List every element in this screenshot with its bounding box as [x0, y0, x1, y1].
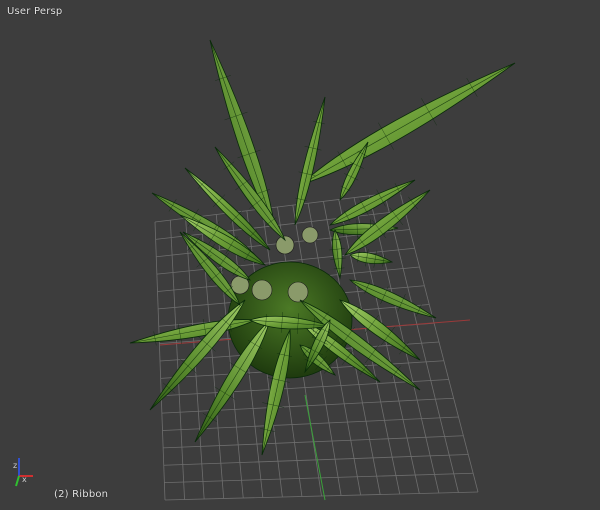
leaf-midrib — [299, 62, 516, 186]
plant-scene[interactable] — [0, 0, 600, 510]
svg-text:z: z — [13, 461, 17, 470]
axis-gizmo-icon: x z — [13, 458, 33, 487]
svg-text:x: x — [22, 475, 27, 484]
active-object-info: (2) Ribbon — [54, 489, 109, 500]
leaf-midrib — [294, 96, 326, 226]
y-axis-line — [304, 394, 326, 501]
3d-viewport[interactable]: User Persp (2) Ribbon x z — [0, 0, 600, 510]
leaf-25[interactable] — [349, 252, 394, 264]
view-mode-label: User Persp — [7, 6, 63, 17]
